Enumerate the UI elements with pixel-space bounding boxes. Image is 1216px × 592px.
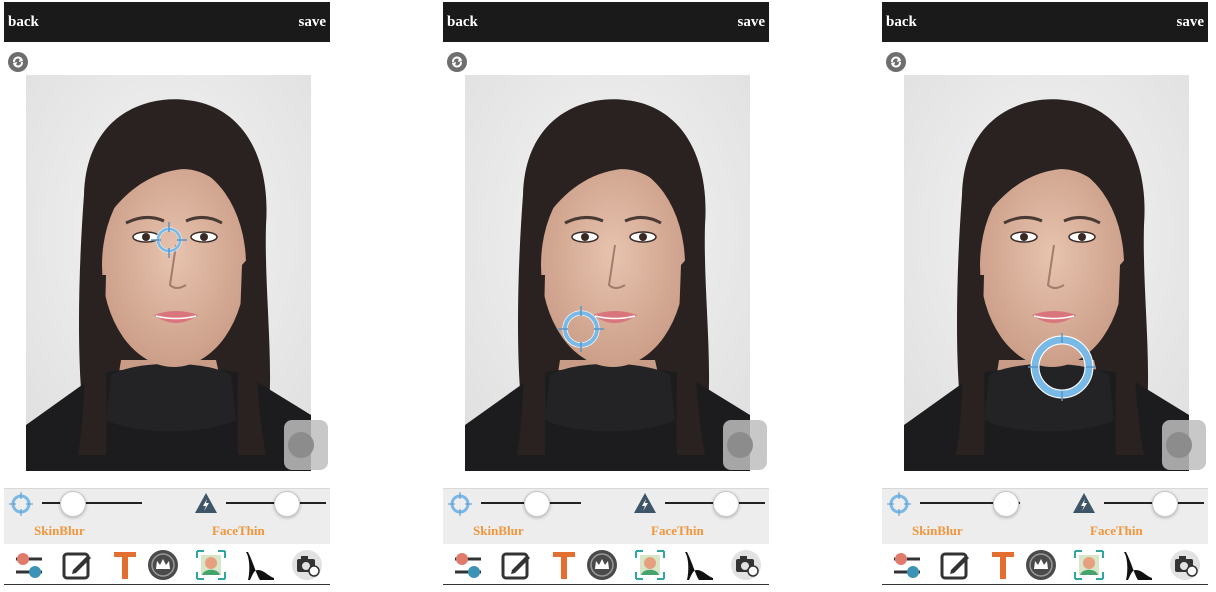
compare-toggle[interactable] — [1162, 420, 1206, 470]
face-thin-icon — [634, 493, 656, 513]
skin-blur-label: SkinBlur — [912, 523, 963, 538]
refresh-icon[interactable] — [886, 52, 906, 72]
face-thin-icon — [1073, 493, 1095, 513]
high-heel-icon[interactable] — [242, 548, 276, 582]
toggle-knob — [1166, 432, 1192, 458]
slider-bar: SkinBlur FaceThin — [443, 488, 769, 544]
compare-toggle[interactable] — [723, 420, 767, 470]
edit-icon[interactable] — [60, 548, 94, 582]
slider-bar: SkinBlur FaceThin — [882, 488, 1208, 544]
text-icon[interactable] — [108, 548, 142, 582]
face-thin-label: FaceThin — [212, 523, 265, 538]
adjust-sliders-icon[interactable] — [890, 548, 924, 582]
bottom-toolbar — [443, 544, 769, 585]
back-button[interactable]: back — [8, 14, 39, 31]
camera-icon[interactable] — [290, 548, 324, 582]
top-bar: back save — [4, 2, 330, 42]
top-bar: back save — [443, 2, 769, 42]
back-button[interactable]: back — [886, 14, 917, 31]
face-thin-thumb[interactable] — [1152, 491, 1178, 517]
face-thin-icon — [195, 493, 217, 513]
face-thin-label: FaceThin — [1090, 523, 1143, 538]
skin-blur-thumb[interactable] — [524, 491, 550, 517]
toggle-knob — [288, 432, 314, 458]
skin-blur-track[interactable] — [42, 502, 142, 504]
edit-icon[interactable] — [938, 548, 972, 582]
back-button[interactable]: back — [447, 14, 478, 31]
text-icon[interactable] — [986, 548, 1020, 582]
save-button[interactable]: save — [299, 14, 327, 31]
face-detect-icon[interactable] — [633, 548, 667, 582]
compare-toggle[interactable] — [284, 420, 328, 470]
face-thin-thumb[interactable] — [713, 491, 739, 517]
skin-blur-thumb[interactable] — [993, 491, 1019, 517]
bottom-toolbar — [882, 544, 1208, 585]
save-button[interactable]: save — [1177, 14, 1205, 31]
crown-badge-icon[interactable] — [1024, 548, 1058, 582]
refresh-icon[interactable] — [447, 52, 467, 72]
edit-icon[interactable] — [499, 548, 533, 582]
photo-canvas[interactable] — [26, 75, 311, 471]
high-heel-icon[interactable] — [1120, 548, 1154, 582]
face-detect-icon[interactable] — [1072, 548, 1106, 582]
skin-blur-label: SkinBlur — [34, 523, 85, 538]
skin-blur-target-icon — [887, 492, 911, 516]
top-bar: back save — [882, 2, 1208, 42]
toggle-knob — [727, 432, 753, 458]
camera-icon[interactable] — [729, 548, 763, 582]
editor-panel-1: back save SkinBlur FaceThin — [4, 0, 330, 592]
editor-panel-2: back save SkinBlur FaceThin — [443, 0, 769, 592]
adjust-sliders-icon[interactable] — [12, 548, 46, 582]
skin-blur-target-icon — [448, 492, 472, 516]
face-thin-label: FaceThin — [651, 523, 704, 538]
text-icon[interactable] — [547, 548, 581, 582]
crown-badge-icon[interactable] — [146, 548, 180, 582]
photo-canvas[interactable] — [904, 75, 1189, 471]
refresh-icon[interactable] — [8, 52, 28, 72]
adjust-sliders-icon[interactable] — [451, 548, 485, 582]
skin-blur-label: SkinBlur — [473, 523, 524, 538]
skin-blur-thumb[interactable] — [60, 491, 86, 517]
face-detect-icon[interactable] — [194, 548, 228, 582]
slider-bar: SkinBlur FaceThin — [4, 488, 330, 544]
bottom-toolbar — [4, 544, 330, 585]
editor-panel-3: back save SkinBlur FaceThin — [882, 0, 1208, 592]
save-button[interactable]: save — [738, 14, 766, 31]
face-thin-thumb[interactable] — [274, 491, 300, 517]
high-heel-icon[interactable] — [681, 548, 715, 582]
crown-badge-icon[interactable] — [585, 548, 619, 582]
photo-canvas[interactable] — [465, 75, 750, 471]
skin-blur-target-icon — [9, 492, 33, 516]
camera-icon[interactable] — [1168, 548, 1202, 582]
